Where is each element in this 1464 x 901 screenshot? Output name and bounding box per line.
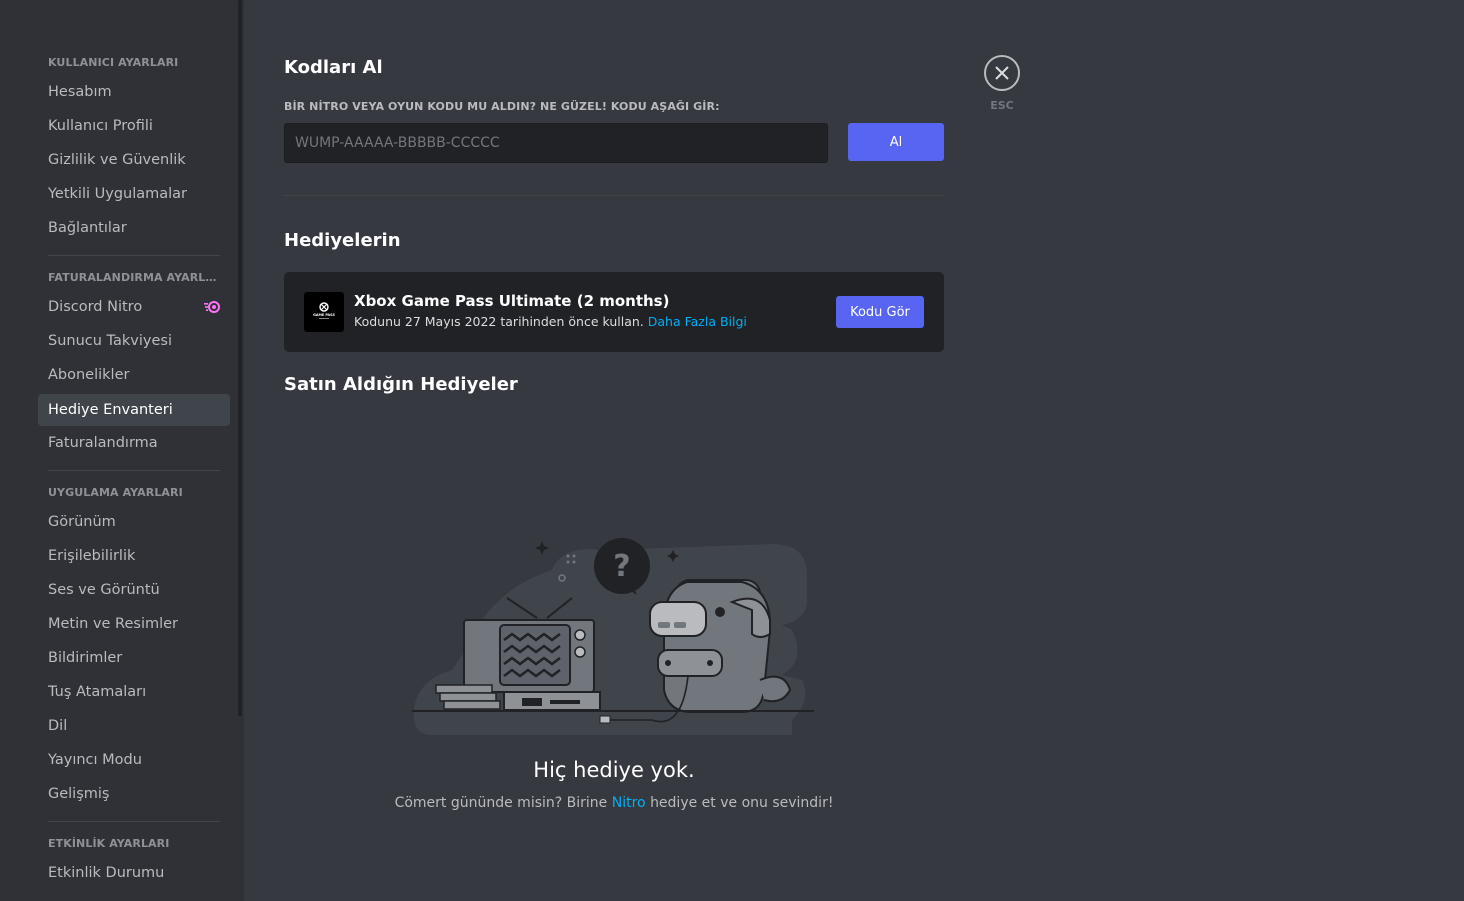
sidebar-separator [48, 255, 220, 256]
redeem-button[interactable]: Al [848, 123, 944, 161]
gift-card: GAME PASS Xbox Game Pass Ultimate (2 mon… [284, 272, 944, 352]
sidebar-item-discord-nitro[interactable]: Discord Nitro [38, 291, 230, 323]
sidebar-item-notifications[interactable]: Bildirimler [38, 642, 230, 674]
nitro-icon [204, 301, 220, 313]
empty-gifts-prefix: Cömert gününde misin? Birine [394, 795, 608, 811]
gift-description: Kodunu 27 Mayıs 2022 tarihinden önce kul… [354, 314, 747, 329]
view-code-button[interactable]: Kodu Gör [836, 296, 924, 328]
sidebar-item-language[interactable]: Dil [38, 710, 230, 742]
game-pass-logo: GAME PASS [304, 292, 344, 332]
close-settings[interactable]: ESC [984, 55, 1020, 112]
sidebar-item-appearance[interactable]: Görünüm [38, 506, 230, 538]
sidebar-item-connections[interactable]: Bağlantılar [38, 212, 230, 244]
close-button[interactable] [984, 55, 1020, 91]
section-header-user: KULLANICI AYARLARI [48, 56, 179, 69]
close-icon [995, 66, 1009, 80]
empty-gifts-suffix: hediye et ve onu sevindir! [650, 795, 834, 811]
nitro-link[interactable]: Nitro [612, 795, 646, 811]
gift-expiry-text: Kodunu 27 Mayıs 2022 tarihinden önce kul… [354, 314, 644, 329]
sidebar-item-authorized-apps[interactable]: Yetkili Uygulamalar [38, 178, 230, 210]
sidebar-item-label: Discord Nitro [48, 299, 143, 315]
section-header-activity: ETKİNLİK AYARLARI [48, 837, 170, 850]
sidebar-scrollbar[interactable] [238, 0, 242, 716]
sidebar-item-my-account[interactable]: Hesabım [38, 76, 230, 108]
gift-code-input[interactable] [284, 123, 828, 163]
divider [284, 195, 944, 196]
sidebar-item-subscriptions[interactable]: Abonelikler [38, 359, 230, 391]
logo-text: GAME PASS [313, 313, 335, 317]
sidebar-item-activity-status[interactable]: Etkinlik Durumu [38, 857, 230, 889]
empty-gifts-title: Hiç hediye yok. [533, 758, 695, 782]
sidebar-item-accessibility[interactable]: Erişilebilirlik [38, 540, 230, 572]
purchased-gifts-title: Satın Aldığın Hediyeler [284, 374, 518, 395]
sidebar-item-voice-video[interactable]: Ses ve Görüntü [38, 574, 230, 606]
gifts-title: Hediyelerin [284, 230, 401, 251]
sidebar-separator [48, 470, 220, 471]
sidebar-item-billing[interactable]: Faturalandırma [38, 427, 230, 459]
sidebar-item-server-boost[interactable]: Sunucu Takviyesi [38, 325, 230, 357]
sidebar-item-text-images[interactable]: Metin ve Resimler [38, 608, 230, 640]
sidebar-item-streamer-mode[interactable]: Yayıncı Modu [38, 744, 230, 776]
settings-sidebar: KULLANICI AYARLARI Hesabım Kullanıcı Pro… [0, 0, 244, 901]
section-header-billing: FATURALANDIRMA AYARLARI [48, 271, 223, 284]
redeem-label: BİR NİTRO VEYA OYUN KODU MU ALDIN? NE GÜ… [284, 100, 720, 113]
sidebar-item-advanced[interactable]: Gelişmiş [38, 778, 230, 810]
svg-text:?: ? [613, 549, 630, 584]
sidebar-item-user-profile[interactable]: Kullanıcı Profili [38, 110, 230, 142]
empty-gifts-subtitle: Cömert gününde misin? Birine Nitro hediy… [284, 795, 944, 811]
gift-name: Xbox Game Pass Ultimate (2 months) [354, 292, 670, 310]
esc-label: ESC [990, 99, 1014, 112]
sidebar-separator [48, 821, 220, 822]
learn-more-link[interactable]: Daha Fazla Bilgi [648, 314, 747, 329]
sidebar-item-gift-inventory[interactable]: Hediye Envanteri [38, 394, 230, 426]
section-header-app: UYGULAMA AYARLARI [48, 486, 183, 499]
redeem-title: Kodları Al [284, 57, 383, 78]
empty-gifts-illustration: ? [412, 538, 814, 735]
sidebar-item-keybinds[interactable]: Tuş Atamaları [38, 676, 230, 708]
sidebar-item-privacy-safety[interactable]: Gizlilik ve Güvenlik [38, 144, 230, 176]
